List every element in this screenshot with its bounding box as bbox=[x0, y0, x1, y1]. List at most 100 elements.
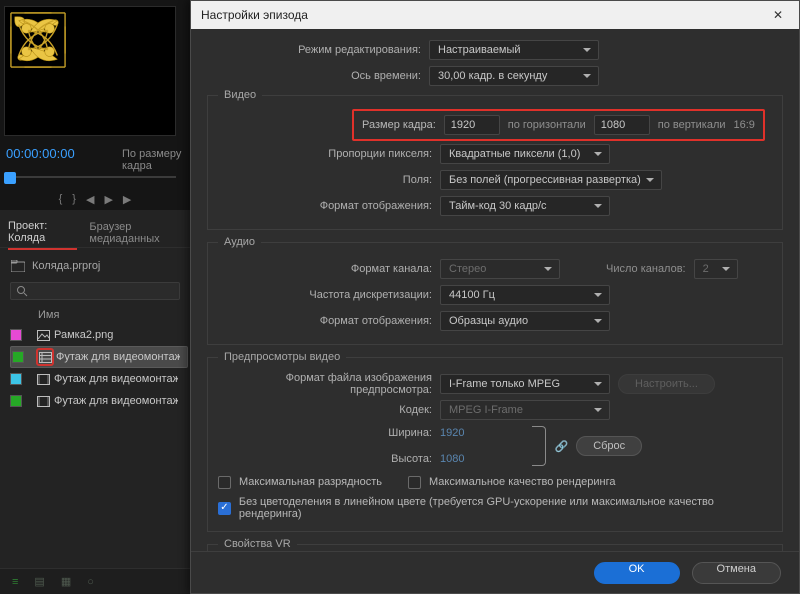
video-display-format-label: Формат отображения: bbox=[218, 200, 432, 212]
fields-select[interactable]: Без полей (прогрессивная развертка) bbox=[440, 170, 662, 190]
label-color-swatch[interactable] bbox=[10, 329, 22, 341]
zoom-fit-label[interactable]: По размеру кадра bbox=[122, 148, 190, 172]
dialog-footer: OK Отмена bbox=[191, 551, 799, 593]
audio-display-format-label: Формат отображения: bbox=[218, 315, 432, 327]
frame-size-label: Размер кадра: bbox=[362, 119, 436, 131]
video-group: Видео Размер кадра: 1920 по горизонтали … bbox=[207, 89, 783, 230]
list-item[interactable]: Футаж для видеомонтажа bbox=[10, 390, 188, 412]
item-label: Рамка2.png bbox=[54, 329, 113, 341]
channel-format-label: Формат канала: bbox=[218, 263, 432, 275]
preview-width-label: Ширина: bbox=[218, 427, 432, 439]
mark-out-icon[interactable]: } bbox=[72, 193, 76, 205]
clip-icon bbox=[36, 394, 50, 408]
frame-width-input[interactable]: 1920 bbox=[444, 115, 500, 135]
sample-rate-select[interactable]: 44100 Гц bbox=[440, 285, 610, 305]
item-label: Футаж для видеомонтажа bbox=[54, 395, 178, 407]
channel-format-select: Стерео bbox=[440, 259, 560, 279]
preview-height-value[interactable]: 1080 bbox=[440, 453, 464, 465]
codec-label: Кодек: bbox=[218, 404, 432, 416]
image-icon bbox=[36, 328, 50, 342]
preview-file-format-select[interactable]: I-Frame только MPEG bbox=[440, 374, 610, 394]
editing-mode-label: Режим редактирования: bbox=[207, 44, 421, 56]
linear-color-label: Без цветоделения в линейном цвете (требу… bbox=[239, 496, 772, 520]
timecode[interactable]: 00:00:00:00 bbox=[6, 146, 75, 161]
video-legend: Видео bbox=[218, 89, 262, 101]
vr-group: Свойства VR Проекция: Нет Разметка: Моно… bbox=[207, 538, 783, 551]
horizontal-label: по горизонтали bbox=[508, 119, 586, 131]
codec-select: MPEG I-Frame bbox=[440, 400, 610, 420]
step-fwd-icon[interactable]: ▶ bbox=[123, 193, 131, 206]
list-view-icon[interactable]: ▤ bbox=[34, 575, 44, 588]
item-label: Футаж для видеомонтажа bbox=[54, 373, 178, 385]
tab-media-browser[interactable]: Браузер медиаданных bbox=[89, 221, 190, 249]
project-filter-input[interactable] bbox=[10, 282, 180, 300]
project-item-list: Рамка2.png Футаж для видеомонтажа Футаж дл… bbox=[10, 324, 188, 412]
ok-button[interactable]: OK bbox=[594, 562, 680, 584]
label-color-swatch[interactable] bbox=[10, 373, 22, 385]
header-name[interactable]: Имя bbox=[38, 309, 59, 321]
mark-in-icon[interactable]: { bbox=[59, 193, 63, 205]
clip-icon bbox=[36, 372, 50, 386]
aspect-ratio: 16:9 bbox=[734, 119, 755, 131]
pixel-aspect-label: Пропорции пикселя: bbox=[218, 148, 432, 160]
previews-legend: Предпросмотры видео bbox=[218, 351, 346, 363]
project-icon bbox=[10, 258, 26, 274]
step-back-icon[interactable]: ◀ bbox=[86, 193, 94, 206]
link-bracket-icon bbox=[532, 426, 546, 466]
preview-file-format-label: Формат файла изображения предпросмотра: bbox=[218, 372, 432, 396]
scrub-track bbox=[4, 176, 176, 178]
audio-group: Аудио Формат канала: Стерео Число канало… bbox=[207, 236, 783, 345]
configure-button: Настроить... bbox=[618, 374, 715, 394]
freeform-view-icon[interactable]: ○ bbox=[87, 576, 94, 588]
frame-height-input[interactable]: 1080 bbox=[594, 115, 650, 135]
playhead[interactable] bbox=[4, 172, 16, 184]
reset-button[interactable]: Сброс bbox=[576, 436, 642, 456]
list-item[interactable]: Футаж для видеомонтажа bbox=[10, 346, 188, 368]
icon-view-icon[interactable]: ▦ bbox=[61, 575, 71, 588]
monitor-transport: { } ◀ ▶ ▶ bbox=[0, 188, 190, 210]
tool-icon[interactable]: ≡ bbox=[12, 576, 18, 588]
previews-group: Предпросмотры видео Формат файла изображ… bbox=[207, 351, 783, 532]
search-icon bbox=[16, 285, 28, 297]
fields-label: Поля: bbox=[218, 174, 432, 186]
preview-width-value[interactable]: 1920 bbox=[440, 427, 464, 439]
item-label: Футаж для видеомонтажа bbox=[56, 351, 180, 363]
preview-thumbnail bbox=[4, 6, 176, 136]
list-item[interactable]: Футаж для видеомонтажа bbox=[10, 368, 188, 390]
play-icon[interactable]: ▶ bbox=[104, 193, 112, 206]
linear-color-checkbox[interactable] bbox=[218, 502, 231, 515]
dialog-body: Режим редактирования: Настраиваемый Ось … bbox=[191, 29, 799, 551]
max-bit-depth-checkbox[interactable] bbox=[218, 476, 231, 489]
timebase-select[interactable]: 30,00 кадр. в секунду bbox=[429, 66, 599, 86]
editing-mode-select[interactable]: Настраиваемый bbox=[429, 40, 599, 60]
project-tabs: Проект: Коляда Браузер медиаданных bbox=[0, 222, 190, 248]
project-filename: Коляда.prproj bbox=[32, 260, 100, 272]
pixel-aspect-select[interactable]: Квадратные пиксели (1,0) bbox=[440, 144, 610, 164]
dialog-titlebar[interactable]: Настройки эпизода ✕ bbox=[191, 1, 799, 29]
ornament-corner-icon bbox=[9, 11, 67, 69]
video-display-format-select[interactable]: Тайм-код 30 кадр/с bbox=[440, 196, 610, 216]
dialog-title: Настройки эпизода bbox=[201, 8, 308, 22]
label-color-swatch[interactable] bbox=[10, 395, 22, 407]
project-file-row: Коляда.prproj bbox=[10, 258, 100, 274]
audio-display-format-select[interactable]: Образцы аудио bbox=[440, 311, 610, 331]
max-render-quality-checkbox[interactable] bbox=[408, 476, 421, 489]
project-list-header: Имя bbox=[10, 308, 180, 322]
max-bit-depth-label: Максимальная разрядность bbox=[239, 476, 382, 488]
preview-height-label: Высота: bbox=[218, 453, 432, 465]
cancel-button[interactable]: Отмена bbox=[692, 562, 781, 584]
close-icon[interactable]: ✕ bbox=[767, 8, 789, 22]
audio-legend: Аудио bbox=[218, 236, 261, 248]
sequence-settings-dialog: Настройки эпизода ✕ Режим редактирования… bbox=[190, 0, 800, 594]
tab-project[interactable]: Проект: Коляда bbox=[8, 220, 77, 250]
list-item[interactable]: Рамка2.png bbox=[10, 324, 188, 346]
max-render-quality-label: Максимальное качество рендеринга bbox=[429, 476, 615, 488]
label-color-swatch[interactable] bbox=[12, 351, 24, 363]
frame-size-highlight: Размер кадра: 1920 по горизонтали 1080 п… bbox=[352, 109, 765, 141]
sample-rate-label: Частота дискретизации: bbox=[218, 289, 432, 301]
program-monitor: 00:00:00:00 По размеру кадра { } ◀ ▶ ▶ bbox=[0, 0, 190, 210]
scrub-bar[interactable] bbox=[4, 170, 176, 184]
link-icon[interactable]: 🔗 bbox=[554, 440, 568, 453]
channel-count-select: 2 bbox=[694, 259, 738, 279]
timebase-label: Ось времени: bbox=[207, 70, 421, 82]
